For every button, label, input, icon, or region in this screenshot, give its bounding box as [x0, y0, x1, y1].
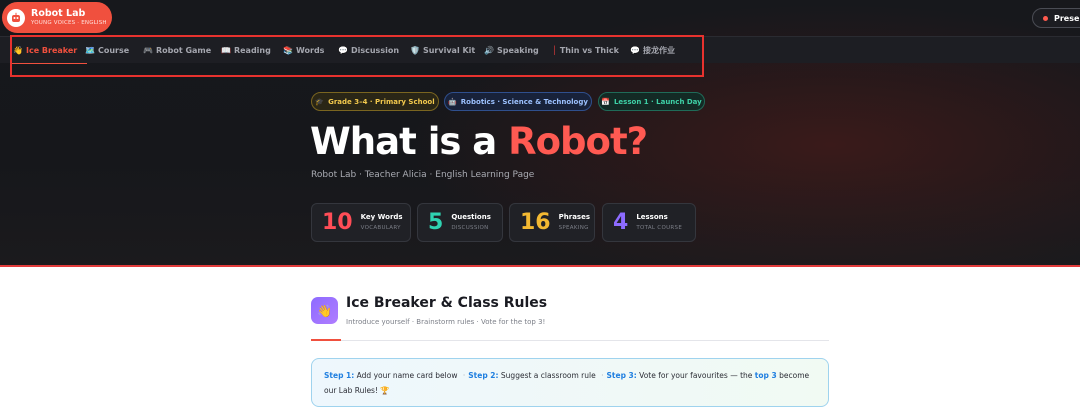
- stat-card-phrases: 16 Phrases SPEAKING: [509, 203, 595, 242]
- tab-label: Speaking: [496, 46, 539, 55]
- tab-survival-kit[interactable]: 🛡️ Survival Kit: [410, 37, 475, 64]
- title-accent: Robot?: [508, 120, 648, 163]
- shield-icon: 🛡️: [410, 46, 420, 55]
- stat-value: 16: [520, 209, 551, 235]
- tab-label: Reading: [233, 46, 271, 55]
- stat-label: Key Words: [360, 212, 403, 221]
- section-divider: [311, 340, 829, 341]
- tab-label: 接龙作业: [642, 46, 675, 55]
- speech-bubble-icon: 💬: [338, 46, 348, 55]
- stat-card-lessons: 4 Lessons TOTAL COURSE: [602, 203, 696, 242]
- tab-label: Words: [295, 46, 325, 55]
- books-icon: 📚: [283, 46, 293, 55]
- tab-label: Thin vs Thick: [559, 46, 619, 55]
- badge-label: Grade 3–4 · Primary School: [328, 97, 435, 106]
- present-button[interactable]: Present: [1032, 8, 1080, 28]
- tab-robot-game[interactable]: 🎮 Robot Game: [143, 37, 211, 64]
- tab-course[interactable]: 🗺️ Course: [85, 37, 129, 64]
- stat-value: 4: [613, 209, 629, 235]
- page-title: What is a Robot?: [310, 120, 648, 163]
- title-main: What is a: [310, 120, 509, 163]
- hero-section: Robot Lab YOUNG VOICES · ENGLISH Present…: [0, 0, 1080, 267]
- section-description: Introduce yourself · Brainstorm rules · …: [346, 318, 546, 326]
- calendar-icon: 📅: [601, 97, 610, 106]
- tab-label: Survival Kit: [422, 46, 476, 55]
- map-icon: 🗺️: [85, 46, 95, 55]
- stat-sublabel: VOCABULARY: [360, 224, 401, 231]
- tab-label: Ice Breaker: [25, 46, 78, 55]
- stat-label: Phrases: [558, 212, 590, 221]
- tab-speaking[interactable]: 🔊 Speaking: [484, 37, 539, 64]
- main-nav: 👋 Ice Breaker 🗺️ Course 🎮 Robot Game 📖 R…: [0, 36, 1080, 64]
- wave-icon: 👋: [311, 297, 338, 324]
- graduation-cap-icon: 🎓: [315, 97, 325, 106]
- lesson-badge: 📅 Lesson 1 · Launch Day: [598, 92, 705, 111]
- tab-thin-vs-thick[interactable]: │ Thin vs Thick: [552, 37, 619, 64]
- brand-title: Robot Lab: [31, 7, 86, 19]
- gamepad-icon: 🎮: [143, 46, 153, 55]
- brand-pill[interactable]: Robot Lab YOUNG VOICES · ENGLISH: [2, 2, 112, 33]
- brand-subtitle: YOUNG VOICES · ENGLISH: [31, 20, 107, 26]
- tab-label: Course: [97, 46, 130, 55]
- tab-ice-breaker[interactable]: 👋 Ice Breaker: [9, 37, 88, 64]
- badge-label: Lesson 1 · Launch Day: [613, 97, 702, 106]
- tab-label: Discussion: [350, 46, 400, 55]
- section-title: Ice Breaker & Class Rules: [346, 295, 548, 311]
- stat-card-questions: 5 Questions DISCUSSION: [417, 203, 503, 242]
- tab-label: Robot Game: [155, 46, 212, 55]
- top-bar: Robot Lab YOUNG VOICES · ENGLISH Present: [0, 0, 1080, 36]
- badge-label: Robotics · Science & Technology: [460, 97, 588, 106]
- stat-card-key-words: 10 Key Words VOCABULARY: [311, 203, 411, 242]
- stat-value: 5: [428, 209, 444, 235]
- book-icon: 📖: [221, 46, 231, 55]
- page-subtitle: Robot Lab · Teacher Alicia · English Lea…: [311, 170, 535, 180]
- step-separator: ·: [601, 371, 604, 380]
- subject-badge: 🤖 Robotics · Science & Technology: [444, 92, 592, 111]
- stat-label: Lessons: [636, 212, 668, 221]
- tab-words[interactable]: 📚 Words: [283, 37, 324, 64]
- step3-label: Step 3:: [606, 371, 637, 380]
- grade-badge: 🎓 Grade 3–4 · Primary School: [311, 92, 439, 111]
- stat-sublabel: TOTAL COURSE: [636, 224, 683, 231]
- present-label: Present: [1054, 13, 1080, 23]
- wave-icon: 👋: [13, 46, 23, 55]
- robot-logo-icon: [7, 8, 25, 27]
- stat-sublabel: SPEAKING: [558, 224, 589, 231]
- bar-icon: │: [552, 46, 557, 55]
- stat-label: Questions: [451, 212, 491, 221]
- tab-relay-homework[interactable]: 💬 接龙作业: [630, 37, 675, 64]
- tab-reading[interactable]: 📖 Reading: [221, 37, 271, 64]
- stat-value: 10: [322, 209, 353, 235]
- step3-text: Vote for your favourites — the: [636, 371, 755, 380]
- steps-callout: Step 1: Add your name card below · Step 2…: [311, 358, 829, 407]
- stat-sublabel: DISCUSSION: [451, 224, 489, 231]
- section-divider-accent: [311, 339, 341, 341]
- step1-label: Step 1:: [324, 371, 355, 380]
- step1-text: Add your name card below: [354, 371, 460, 380]
- speech-bubble-icon: 💬: [630, 46, 640, 55]
- robot-icon: 🤖: [448, 97, 457, 106]
- speaker-icon: 🔊: [484, 46, 494, 55]
- live-dot-icon: [1043, 15, 1048, 21]
- step3-emphasis: top 3: [754, 371, 777, 380]
- step2-label: Step 2:: [468, 371, 499, 380]
- step2-text: Suggest a classroom rule: [498, 371, 599, 380]
- tab-discussion[interactable]: 💬 Discussion: [338, 37, 399, 64]
- step-separator: ·: [462, 371, 466, 380]
